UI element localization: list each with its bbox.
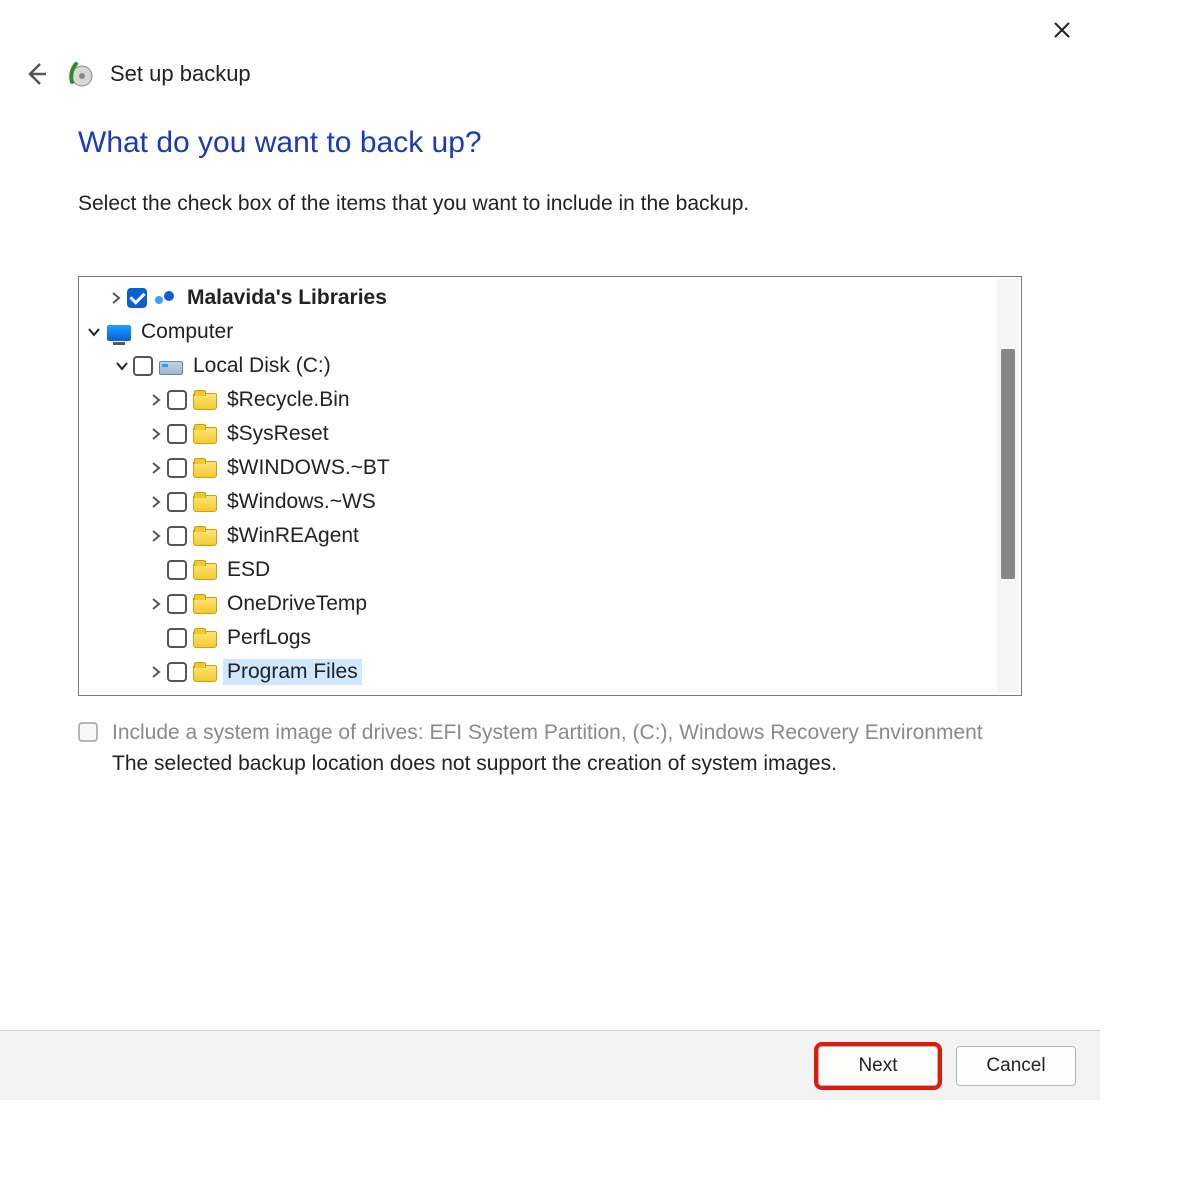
close-button[interactable] [1042,10,1082,50]
page-heading: What do you want to back up? [78,126,1022,160]
folder-checkbox[interactable] [167,492,187,512]
chevron-right-icon[interactable] [145,661,167,683]
folder-icon [193,393,217,410]
chevron-right-icon[interactable] [105,287,127,309]
folder-checkbox[interactable] [167,458,187,478]
tree-row[interactable]: Program Files [79,655,993,689]
tree-row[interactable]: $Windows.~WS [79,485,993,519]
chevron-right-icon[interactable] [145,593,167,615]
tree-row[interactable]: ESD [79,553,993,587]
chevron-down-icon[interactable] [83,321,105,343]
tree-row[interactable]: Malavida's Libraries [79,281,993,315]
backup-wizard-icon [66,60,94,88]
tree-row[interactable]: OneDriveTemp [79,587,993,621]
back-button[interactable] [22,60,50,88]
tree-item-label[interactable]: ESD [223,557,274,583]
disk-checkbox[interactable] [133,356,153,376]
tree-item-label[interactable]: $Recycle.Bin [223,387,354,413]
tree-item-label[interactable]: Local Disk (C:) [189,353,335,379]
folder-icon [193,427,217,444]
tree-row[interactable]: $Recycle.Bin [79,383,993,417]
chevron-right-icon[interactable] [145,491,167,513]
page-instruction: Select the check box of the items that y… [78,192,1022,216]
scrollbar[interactable] [997,279,1019,693]
folder-icon [193,631,217,648]
disk-icon [159,361,183,375]
system-image-label: Include a system image of drives: EFI Sy… [112,718,983,748]
tree-item-label[interactable]: Program Files [223,659,362,685]
folder-icon [193,461,217,478]
folder-checkbox[interactable] [167,560,187,580]
folder-checkbox[interactable] [167,424,187,444]
tree-row[interactable]: $WINDOWS.~BT [79,451,993,485]
wizard-footer: Next Cancel [0,1030,1100,1100]
chevron-down-icon[interactable] [111,355,133,377]
cancel-button[interactable]: Cancel [956,1046,1076,1086]
tree-item-label[interactable]: Computer [137,319,237,345]
folder-checkbox[interactable] [167,390,187,410]
tree-item-label[interactable]: Malavida's Libraries [183,285,391,311]
folder-checkbox[interactable] [167,526,187,546]
folder-checkbox[interactable] [167,594,187,614]
wizard-title: Set up backup [110,61,251,87]
tree-item-label[interactable]: $WINDOWS.~BT [223,455,394,481]
chevron-right-icon[interactable] [145,423,167,445]
tree-row[interactable]: $SysReset [79,417,993,451]
scrollbar-thumb[interactable] [1001,349,1015,579]
tree-item-label[interactable]: OneDriveTemp [223,591,371,617]
folder-icon [193,529,217,546]
next-button[interactable]: Next [818,1046,938,1086]
system-image-checkbox [78,722,98,742]
system-image-note: The selected backup location does not su… [112,752,983,776]
chevron-right-icon[interactable] [145,525,167,547]
tree-item-label[interactable]: $Windows.~WS [223,489,380,515]
backup-items-tree[interactable]: Malavida's Libraries Computer Local Disk (… [78,276,1022,696]
tree-row[interactable]: $WinREAgent [79,519,993,553]
folder-icon [193,563,217,580]
tree-item-label[interactable]: $SysReset [223,421,333,447]
folder-icon [193,495,217,512]
libraries-checkbox[interactable] [127,288,147,308]
tree-item-label[interactable]: PerfLogs [223,625,315,651]
folder-checkbox[interactable] [167,662,187,682]
computer-icon [107,325,131,341]
folder-icon [193,597,217,614]
chevron-right-icon[interactable] [145,389,167,411]
chevron-right-icon[interactable] [145,457,167,479]
folder-icon [193,665,217,682]
folder-checkbox[interactable] [167,628,187,648]
tree-row[interactable]: Local Disk (C:) [79,349,993,383]
tree-row[interactable]: PerfLogs [79,621,993,655]
tree-item-label[interactable]: $WinREAgent [223,523,363,549]
libraries-icon [153,287,177,309]
tree-row[interactable]: Computer [79,315,993,349]
